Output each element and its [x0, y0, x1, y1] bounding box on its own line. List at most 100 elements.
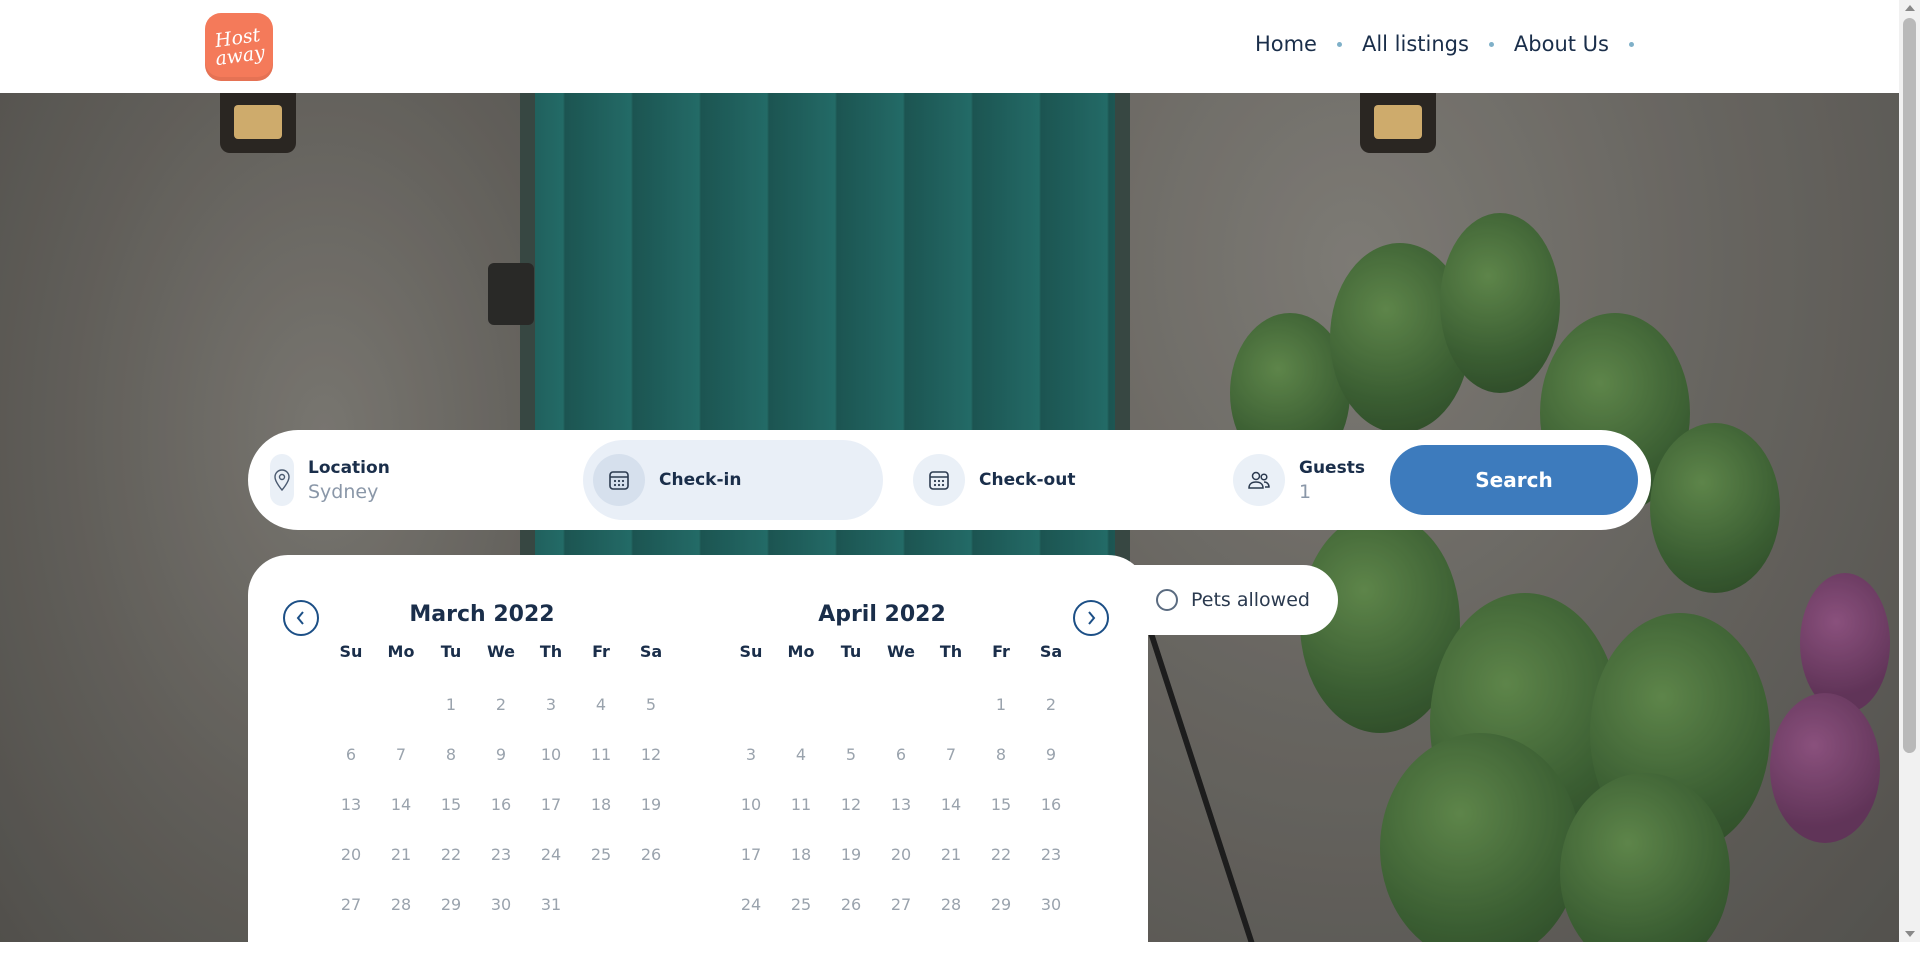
calendar-day[interactable]: 20: [326, 842, 376, 868]
scroll-up-arrow[interactable]: [1905, 5, 1915, 11]
calendar-day[interactable]: 29: [976, 892, 1026, 918]
calendar-day[interactable]: 5: [826, 742, 876, 768]
calendar-day[interactable]: 27: [876, 892, 926, 918]
calendar-day[interactable]: 14: [376, 792, 426, 818]
calendar-day[interactable]: 3: [526, 692, 576, 718]
calendar-day[interactable]: 30: [1026, 892, 1076, 918]
calendar-day[interactable]: 1: [976, 692, 1026, 718]
weekday-label: Mo: [787, 642, 815, 661]
nav-about-us[interactable]: About Us: [1514, 32, 1609, 56]
checkin-field[interactable]: Check-in: [583, 440, 883, 520]
nav-home[interactable]: Home: [1255, 32, 1317, 56]
calendar-day[interactable]: 12: [826, 792, 876, 818]
calendar-day[interactable]: 26: [626, 842, 676, 868]
weekday-label: Su: [339, 642, 363, 661]
calendar-day[interactable]: 24: [726, 892, 776, 918]
checkout-field[interactable]: Check-out: [913, 440, 1075, 520]
search-button[interactable]: Search: [1390, 445, 1638, 515]
calendar-day-empty: [626, 892, 676, 918]
calendar-day[interactable]: 18: [776, 842, 826, 868]
calendar-day[interactable]: 4: [576, 692, 626, 718]
guests-field[interactable]: Guests 1: [1233, 440, 1365, 520]
calendar-day[interactable]: 16: [476, 792, 526, 818]
checkin-label: Check-in: [659, 470, 742, 490]
calendar-week: 12345: [326, 692, 656, 718]
calendar-day[interactable]: 18: [576, 792, 626, 818]
calendar-week: 12: [726, 692, 1056, 718]
calendar-day[interactable]: 31: [526, 892, 576, 918]
page-scrollbar[interactable]: [1899, 0, 1920, 942]
calendar-day[interactable]: 24: [526, 842, 576, 868]
calendar-day[interactable]: 1: [426, 692, 476, 718]
calendar-day[interactable]: 6: [326, 742, 376, 768]
calendar-day[interactable]: 28: [376, 892, 426, 918]
calendar-day[interactable]: 19: [826, 842, 876, 868]
calendar-day[interactable]: 2: [1026, 692, 1076, 718]
calendar-icon: [913, 454, 965, 506]
calendar-day[interactable]: 27: [326, 892, 376, 918]
month-title: March 2022: [409, 602, 555, 627]
scrollbar-thumb[interactable]: [1903, 18, 1916, 753]
users-icon: [1233, 454, 1285, 506]
calendar-day[interactable]: 17: [726, 842, 776, 868]
calendar-day[interactable]: 15: [976, 792, 1026, 818]
weekday-label: We: [487, 642, 515, 661]
calendar-day[interactable]: 16: [1026, 792, 1076, 818]
nav-separator-dot: [1488, 41, 1494, 47]
calendar-day[interactable]: 26: [826, 892, 876, 918]
pets-allowed-radio[interactable]: [1156, 589, 1178, 611]
calendar-day[interactable]: 21: [926, 842, 976, 868]
calendar-day-empty: [776, 692, 826, 718]
calendar-day[interactable]: 10: [726, 792, 776, 818]
calendar-day[interactable]: 8: [426, 742, 476, 768]
scroll-down-arrow[interactable]: [1905, 931, 1915, 937]
calendar-day[interactable]: 7: [926, 742, 976, 768]
calendar-week: 24 25 26 27 28 29 30: [726, 892, 1061, 918]
calendar-day[interactable]: 2: [476, 692, 526, 718]
calendar-day[interactable]: 19: [626, 792, 676, 818]
calendar-day[interactable]: 23: [1026, 842, 1076, 868]
calendar-day[interactable]: 11: [776, 792, 826, 818]
weekday-label: Tu: [440, 642, 462, 661]
calendar-day[interactable]: 28: [926, 892, 976, 918]
calendar-day-empty: [926, 692, 976, 718]
calendar-day[interactable]: 25: [576, 842, 626, 868]
calendar-day[interactable]: 17: [526, 792, 576, 818]
weekday-label: Sa: [639, 642, 663, 661]
site-header: Host away Home All listings About Us: [0, 0, 1899, 93]
calendar-day[interactable]: 5: [626, 692, 676, 718]
calendar-week: 17 18 19 20 21 22 23: [726, 842, 1061, 868]
checkout-label: Check-out: [979, 470, 1076, 490]
weekday-label: We: [887, 642, 915, 661]
hostaway-logo[interactable]: Host away: [205, 13, 273, 81]
next-month-button[interactable]: [1073, 600, 1109, 636]
calendar-day[interactable]: 8: [976, 742, 1026, 768]
location-field[interactable]: Location Sydney: [270, 440, 390, 520]
calendar-day[interactable]: 10: [526, 742, 576, 768]
calendar-day[interactable]: 22: [426, 842, 476, 868]
calendar-day[interactable]: 30: [476, 892, 526, 918]
pets-allowed-label: Pets allowed: [1191, 589, 1310, 611]
calendar-day[interactable]: 15: [426, 792, 476, 818]
calendar-day[interactable]: 20: [876, 842, 926, 868]
calendar-day[interactable]: 4: [776, 742, 826, 768]
calendar-day[interactable]: 9: [1026, 742, 1076, 768]
logo-text: Host away: [213, 24, 267, 71]
calendar-day[interactable]: 22: [976, 842, 1026, 868]
calendar-day[interactable]: 9: [476, 742, 526, 768]
nav-all-listings[interactable]: All listings: [1362, 32, 1469, 56]
calendar-day[interactable]: 29: [426, 892, 476, 918]
calendar-day[interactable]: 3: [726, 742, 776, 768]
pets-allowed-filter[interactable]: Pets allowed: [1130, 565, 1338, 635]
location-value: Sydney: [308, 480, 379, 503]
calendar-day[interactable]: 13: [326, 792, 376, 818]
calendar-day[interactable]: 21: [376, 842, 426, 868]
calendar-day[interactable]: 13: [876, 792, 926, 818]
calendar-day[interactable]: 7: [376, 742, 426, 768]
calendar-day[interactable]: 25: [776, 892, 826, 918]
calendar-day[interactable]: 12: [626, 742, 676, 768]
calendar-day[interactable]: 14: [926, 792, 976, 818]
calendar-day[interactable]: 11: [576, 742, 626, 768]
calendar-day[interactable]: 23: [476, 842, 526, 868]
calendar-day[interactable]: 6: [876, 742, 926, 768]
